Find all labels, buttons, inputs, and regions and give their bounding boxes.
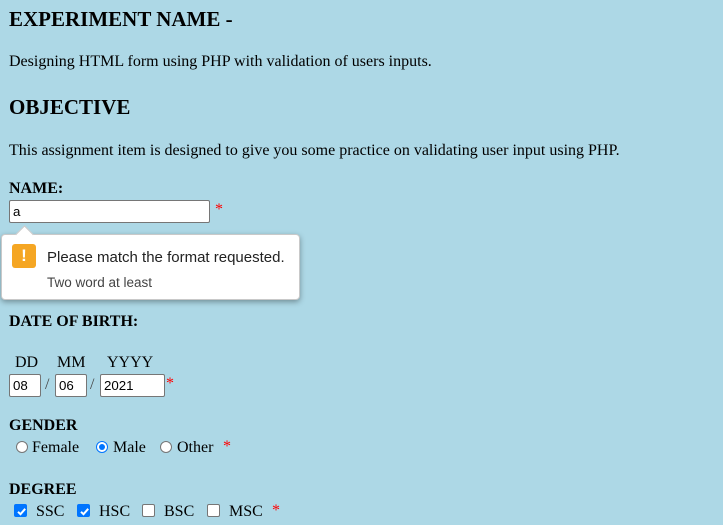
dob-separator: / xyxy=(45,376,50,393)
dob-day-input[interactable] xyxy=(9,374,41,397)
degree-hsc-label[interactable]: HSC xyxy=(99,502,130,522)
objective-description: This assignment item is designed to give… xyxy=(9,142,620,159)
gender-female-radio[interactable] xyxy=(16,441,28,453)
dob-label: DATE OF BIRTH: xyxy=(9,313,139,330)
name-input[interactable] xyxy=(9,200,210,223)
name-required-mark: * xyxy=(215,201,223,218)
warning-icon: ! xyxy=(12,244,36,268)
gender-other-radio[interactable] xyxy=(160,441,172,453)
dob-year-header: YYYY xyxy=(107,354,154,371)
validation-tooltip: ! Please match the format requested. Two… xyxy=(1,225,300,300)
gender-male-radio[interactable] xyxy=(96,441,108,453)
tooltip-message: Please match the format requested. xyxy=(47,249,285,266)
dob-month-header: MM xyxy=(57,354,86,371)
objective-heading: OBJECTIVE xyxy=(9,95,131,119)
tooltip-detail: Two word at least xyxy=(47,275,153,290)
gender-label: GENDER xyxy=(9,417,78,434)
gender-required-mark: * xyxy=(223,438,231,455)
dob-required-mark: * xyxy=(166,375,174,392)
degree-msc-label[interactable]: MSC xyxy=(229,502,263,522)
dob-month-input[interactable] xyxy=(55,374,87,397)
dob-separator: / xyxy=(90,376,95,393)
degree-bsc-label[interactable]: BSC xyxy=(164,502,194,522)
degree-required-mark: * xyxy=(272,502,280,519)
dob-year-input[interactable] xyxy=(100,374,165,397)
tooltip-arrow xyxy=(15,225,34,244)
check-icon xyxy=(80,508,89,516)
gender-other-label[interactable]: Other xyxy=(177,438,213,458)
experiment-heading: EXPERIMENT NAME - xyxy=(9,7,233,31)
degree-bsc-checkbox[interactable] xyxy=(142,504,155,517)
degree-label: DEGREE xyxy=(9,481,77,498)
gender-female-label[interactable]: Female xyxy=(32,438,79,458)
dob-day-header: DD xyxy=(15,354,39,371)
check-icon xyxy=(17,508,26,516)
gender-male-label[interactable]: Male xyxy=(113,438,146,458)
degree-ssc-checkbox[interactable] xyxy=(14,504,27,517)
experiment-description: Designing HTML form using PHP with valid… xyxy=(9,53,432,70)
degree-ssc-label[interactable]: SSC xyxy=(36,502,64,522)
degree-msc-checkbox[interactable] xyxy=(207,504,220,517)
name-label: NAME: xyxy=(9,180,64,197)
degree-hsc-checkbox[interactable] xyxy=(77,504,90,517)
